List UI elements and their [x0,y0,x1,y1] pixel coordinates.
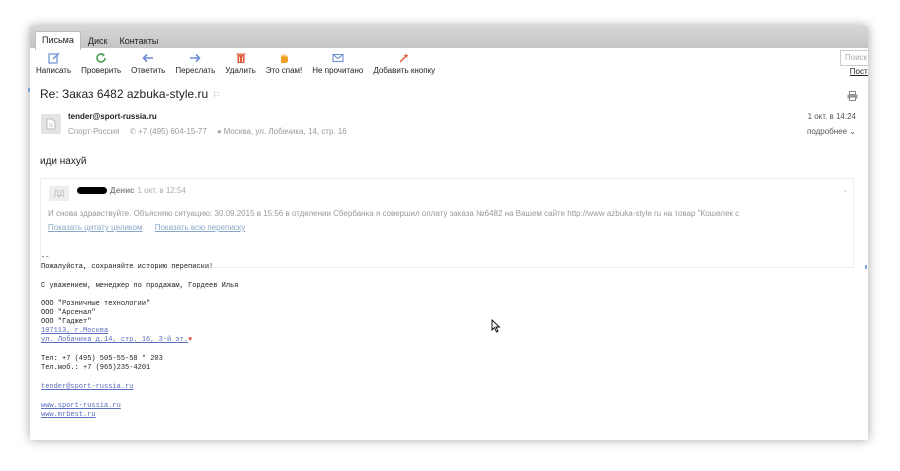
signature-org-1: ООО "Розничные технологии" [41,300,151,308]
signature-tel: Тел: +7 (495) 505-55-58 * 203 [41,355,163,363]
spam-label: Это спам! [265,66,303,75]
quote-author-name: Денис [110,186,135,195]
search-link[interactable]: Поста [850,67,868,76]
signature-org-3: ООО "Гаджет" [41,318,92,326]
details-toggle[interactable]: подробнее ⌄ [807,127,856,136]
signature-site-2[interactable]: www.mrbest.ru [41,411,96,419]
signature-site-1[interactable]: www.sport-russia.ru [41,402,121,410]
refresh-icon [94,51,108,64]
spam-button[interactable]: Это спам! [265,48,303,75]
quote-avatar: ДД [49,186,69,201]
scroll-marker-left [28,88,30,92]
print-icon[interactable] [847,88,858,106]
quote-author: Денис 1 окт. в 12:54 [110,186,186,195]
mail-window: Письма Диск Контакты Написать Проверить … [30,26,868,440]
signature-regards: С уважением, менеджер по продажам, Горде… [41,282,239,290]
signature-address-2[interactable]: ул. Лобачика д.14, стр. 16, 3-й эт. [41,336,188,344]
signature-org-2: ООО "Арсенал" [41,309,96,317]
quote-expand-icon[interactable]: ⌄ [842,185,849,194]
add-button-label: Добавить кнопку [373,66,436,75]
scroll-marker [865,265,867,269]
signature-email[interactable]: tender@sport-russia.ru [41,383,133,391]
quote-time: 1 окт. в 12:54 [137,186,186,195]
unread-button[interactable]: Не прочитано [312,48,363,75]
subject-text: Re: Заказ 6482 azbuka-style.ru [40,87,209,101]
sender-address-group: ● Москва, ул. Лобачика, 14, стр. 16 [217,127,347,136]
show-full-quote-link[interactable]: Показать цитату целиком [48,223,142,232]
spam-hand-icon [277,51,291,64]
signature-dash: -- [41,254,50,262]
chevron-down-icon: ⌄ [849,127,856,136]
check-button[interactable]: Проверить [81,48,121,75]
add-button-button[interactable]: Добавить кнопку [373,48,435,75]
check-label: Проверить [81,66,122,75]
phone-icon: ✆ [129,127,137,136]
quote-links: Показать цитату целиком Показать всю пер… [48,223,255,232]
reply-icon [141,51,155,64]
sender-address: Москва, ул. Лобачика, 14, стр. 16 [223,127,347,136]
signature-address-2-row: ул. Лобачика д.14, стр. 16, 3-й эт.♥ [41,336,192,344]
forward-icon [188,51,202,64]
delete-label: Удалить [225,66,256,75]
show-thread-link[interactable]: Показать всю переписку [155,223,246,232]
details-label: подробнее [806,127,848,136]
compose-button[interactable]: Написать [36,48,71,75]
map-pin-icon[interactable]: ♥ [188,336,192,344]
reply-button[interactable]: Ответить [131,48,165,75]
signature-address-1[interactable]: 107113, г.Москва [41,327,108,335]
sender-avatar [41,114,61,134]
redaction-mark [77,187,107,194]
sender-phone-group: ✆ +7 (495) 604-15-77 [129,127,206,136]
unread-label: Не прочитано [312,66,364,75]
trash-icon [234,51,248,64]
message-subject: Re: Заказ 6482 azbuka-style.ru ⚐ [40,87,220,101]
location-icon: ● [216,127,222,136]
message-body: иди нахуй [40,156,87,167]
message-date: 1 окт. в 14:24 [807,112,856,121]
toolbar: Написать Проверить Ответить Переслать Уд… [30,48,868,80]
signature-mobile: Тел.моб.: +7 (965)235-4201 [41,364,151,372]
delete-button[interactable]: Удалить [225,48,256,75]
sender-phone: +7 (495) 604-15-77 [138,127,207,136]
add-button-icon [397,51,411,64]
forward-label: Переслать [175,66,216,75]
quote-text: И снова здравствуйте. Объясняю ситуацию:… [48,209,740,218]
reply-label: Ответить [131,66,166,75]
sender-company: Спорт-Россия [68,127,120,136]
compose-icon [47,51,61,64]
forward-button[interactable]: Переслать [175,48,215,75]
signature-keep-history: Пожалуйста, сохраняйте историю переписки… [41,263,214,271]
top-bar: Письма Диск Контакты [30,26,868,50]
quoted-message: ДД Денис 1 окт. в 12:54 ⌄ И снова здравст… [40,178,854,268]
flag-icon[interactable]: ⚐ [212,90,220,100]
search-input[interactable]: Поиск [840,50,868,66]
mouse-cursor-icon [491,318,501,338]
sender-email[interactable]: tender@sport-russia.ru [68,112,157,121]
sender-meta: Спорт-Россия ✆ +7 (495) 604-15-77 ● Москва… [68,127,347,136]
compose-label: Написать [36,66,72,75]
envelope-icon [331,51,345,64]
